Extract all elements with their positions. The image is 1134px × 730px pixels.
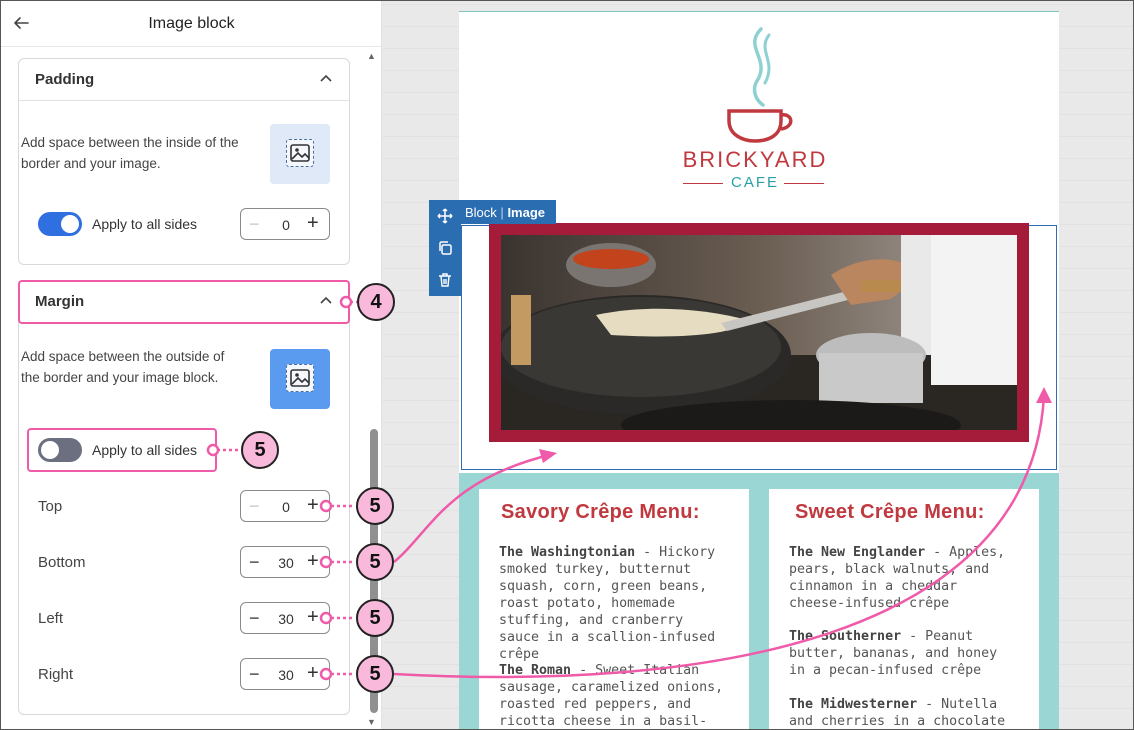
chevron-up-icon[interactable]	[319, 73, 333, 83]
margin-bottom-label: Bottom	[38, 554, 86, 571]
decrement-button[interactable]: −	[249, 495, 260, 517]
block-label-type: Image	[507, 205, 546, 220]
margin-bottom-stepper[interactable]: − 30 +	[240, 546, 330, 578]
panel-header: Image block	[1, 1, 382, 47]
scroll-up-arrow-icon[interactable]: ▲	[367, 51, 376, 61]
menu-item: The Roman - Sweet Italian sausage, caram…	[499, 662, 731, 729]
padding-section-title: Padding	[35, 71, 95, 88]
padding-apply-all-label: Apply to all sides	[92, 216, 198, 232]
brand-name: BRICKYARD	[682, 147, 828, 172]
margin-left-value[interactable]: 30	[271, 611, 301, 627]
padding-stepper[interactable]: − 0 +	[240, 208, 330, 240]
image-icon	[286, 139, 314, 167]
callout-step-5: 5	[356, 655, 394, 693]
menu-item: The New Englander - Apples, pears, black…	[789, 544, 1021, 612]
block-label-prefix: Block	[465, 205, 497, 220]
trash-icon[interactable]	[437, 272, 453, 288]
callout-step-5: 5	[241, 431, 279, 469]
increment-button[interactable]: +	[307, 212, 319, 234]
menu-item: The Southerner - Peanut butter, bananas,…	[789, 628, 1021, 679]
duplicate-icon[interactable]	[437, 240, 453, 256]
margin-left-stepper[interactable]: − 30 +	[240, 602, 330, 634]
block-toolbar	[429, 200, 461, 296]
margin-preview-tile	[270, 349, 330, 409]
block-label-separator: |	[500, 205, 504, 220]
brand-rule-right	[784, 183, 824, 184]
callout-step-5: 5	[356, 487, 394, 525]
increment-button[interactable]: +	[307, 494, 319, 516]
decrement-button[interactable]: −	[249, 607, 260, 629]
savory-menu-title: Savory Crêpe Menu:	[501, 501, 700, 523]
callout-step-5: 5	[356, 599, 394, 637]
menu-item-name: The Washingtonian	[499, 545, 636, 560]
margin-top-value[interactable]: 0	[271, 499, 301, 515]
decrement-button[interactable]: −	[249, 551, 260, 573]
margin-bottom-value[interactable]: 30	[271, 555, 301, 571]
menu-item-name: The Southerner	[789, 629, 902, 644]
margin-left-label: Left	[38, 610, 64, 627]
margin-description: Add space between the outside of the bor…	[21, 349, 225, 385]
toggle-highlight	[27, 428, 217, 472]
callout-step-4: 4	[357, 283, 395, 321]
margin-right-label: Right	[38, 666, 74, 683]
menu-item-description: - Hickory smoked turkey, butternut squas…	[499, 545, 716, 662]
increment-button[interactable]: +	[307, 662, 319, 684]
move-icon[interactable]	[437, 208, 453, 224]
screenshot-frame: Image block ▲ ▼ Padding Add space betwee…	[0, 0, 1134, 730]
margin-right-value[interactable]: 30	[271, 667, 301, 683]
crepe-photo[interactable]	[501, 235, 1017, 430]
padding-preview-tile	[270, 124, 330, 184]
scroll-down-arrow-icon[interactable]: ▼	[367, 717, 376, 727]
decrement-button[interactable]: −	[249, 213, 260, 235]
decrement-button[interactable]: −	[249, 663, 260, 685]
increment-button[interactable]: +	[307, 606, 319, 628]
margin-top-stepper[interactable]: − 0 +	[240, 490, 330, 522]
padding-description: Add space between the inside of the bord…	[21, 135, 239, 171]
margin-right-stepper[interactable]: − 30 +	[240, 658, 330, 690]
image-block-panel: Image block ▲ ▼ Padding Add space betwee…	[1, 1, 382, 729]
sweet-menu-title: Sweet Crêpe Menu:	[795, 501, 985, 523]
padding-apply-all-toggle[interactable]	[38, 212, 82, 236]
margin-top-label: Top	[38, 498, 63, 515]
menu-item: The Washingtonian - Hickory smoked turke…	[499, 544, 731, 663]
padding-section-header[interactable]: Padding	[19, 59, 349, 101]
image-icon	[286, 364, 314, 392]
margin-header-highlight	[18, 280, 350, 324]
block-type-label: Block | Image	[459, 200, 556, 224]
menu-item-name: The New Englander	[789, 545, 926, 560]
panel-title: Image block	[148, 15, 235, 32]
menu-item-name: The Roman	[499, 663, 572, 678]
padding-value[interactable]: 0	[271, 217, 301, 233]
increment-button[interactable]: +	[307, 550, 319, 572]
menu-item-name: The Midwesterner	[789, 697, 918, 712]
menu-item: The Midwesterner - Nutella and cherries …	[789, 696, 1021, 729]
callout-step-5: 5	[356, 543, 394, 581]
